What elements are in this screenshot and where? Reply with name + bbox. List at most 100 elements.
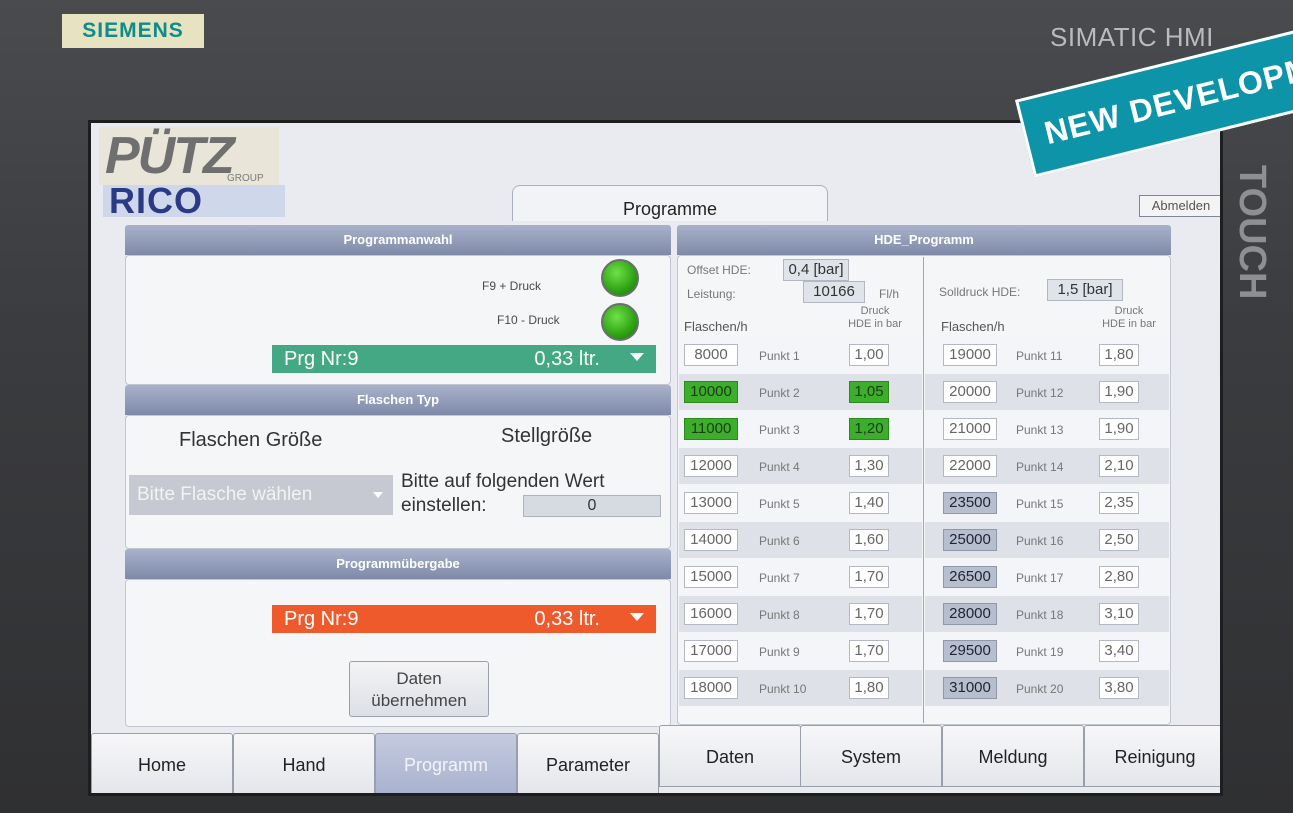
punkt-label: Punkt 15 [1016,497,1064,511]
col-flaschen-left: Flaschen/h [684,319,748,334]
leistung-label: Leistung: [687,287,736,301]
flaschen-input[interactable]: 29500 [943,640,997,662]
flaschen-input[interactable]: 15000 [684,566,738,588]
nav-tab-hand[interactable]: Hand [233,733,375,793]
nav-tab-daten[interactable]: Daten [659,725,801,787]
nav-tab-parameter[interactable]: Parameter [517,733,659,793]
f9-pressure-led[interactable] [601,259,639,297]
druck-input[interactable]: 1,80 [849,677,889,699]
flaschen-input[interactable]: 20000 [943,381,997,403]
flaschen-input[interactable]: 14000 [684,529,738,551]
flaschen-input[interactable]: 26500 [943,566,997,588]
punkt-label: Punkt 20 [1016,682,1064,696]
hde-column-divider [923,257,924,723]
druck-input[interactable]: 1,05 [849,381,889,403]
flaschen-input[interactable]: 17000 [684,640,738,662]
leistung-value: 10166 [803,281,865,303]
col-druck-right: Druck HDE in bar [1093,305,1165,331]
druck-input[interactable]: 3,80 [1099,677,1139,699]
hint-line-1: Bitte auf folgenden Wert [401,471,605,492]
logo-group-text: GROUP [227,173,264,184]
siemens-brand-logo: SIEMENS [62,14,204,48]
druck-input[interactable]: 1,70 [849,640,889,662]
f10-label: F10 - Druck [497,313,560,327]
nav-tab-reinigung[interactable]: Reinigung [1084,725,1220,787]
druck-input[interactable]: 1,80 [1099,344,1139,366]
punkt-label: Punkt 11 [1016,349,1063,363]
col-flaschen-right: Flaschen/h [941,319,1005,334]
druck-input[interactable]: 2,35 [1099,492,1139,514]
col-druck-left-line2: HDE in bar [848,318,902,330]
flaschen-input[interactable]: 28000 [943,603,997,625]
program-transfer-volume: 0,33 ltr. [534,608,600,630]
druck-input[interactable]: 1,90 [1099,418,1139,440]
program-transfer-number: Prg Nr:9 [284,607,359,630]
f9-label: F9 + Druck [482,279,542,293]
punkt-label: Punkt 3 [759,423,800,437]
druck-input[interactable]: 1,30 [849,455,889,477]
bottle-select-placeholder: Bitte Flasche wählen [137,484,313,505]
flaschen-input[interactable]: 10000 [684,381,738,403]
druck-input[interactable]: 1,90 [1099,381,1139,403]
apply-data-button[interactable]: Daten übernehmen [349,661,489,717]
druck-input[interactable]: 1,40 [849,492,889,514]
solldruck-label: Solldruck HDE: [939,285,1021,299]
logout-button[interactable]: Abmelden [1139,195,1220,217]
program-select-dropdown[interactable]: Prg Nr:9 0,33 ltr. [272,345,656,373]
f10-pressure-led[interactable] [601,303,639,341]
punkt-label: Punkt 1 [759,349,800,363]
nav-tab-system[interactable]: System [800,725,942,787]
chevron-down-icon [630,613,644,621]
punkt-label: Punkt 18 [1016,608,1064,622]
druck-input[interactable]: 1,70 [849,603,889,625]
chevron-down-icon [373,492,383,498]
flaschen-input[interactable]: 8000 [684,344,738,366]
punkt-label: Punkt 10 [759,682,807,696]
punkt-label: Punkt 7 [759,571,800,585]
nav-tab-home[interactable]: Home [91,733,233,793]
druck-input[interactable]: 2,50 [1099,529,1139,551]
flaschen-input[interactable]: 16000 [684,603,738,625]
flaschen-input[interactable]: 12000 [684,455,738,477]
flaschen-input[interactable]: 25000 [943,529,997,551]
punkt-label: Punkt 13 [1016,423,1064,437]
flaschen-input[interactable]: 18000 [684,677,738,699]
page-title: Programme [512,185,828,221]
punkt-label: Punkt 9 [759,645,800,659]
druck-input[interactable]: 2,10 [1099,455,1139,477]
druck-input[interactable]: 2,80 [1099,566,1139,588]
bottle-size-label: Flaschen Größe [179,429,323,451]
druck-input[interactable]: 3,10 [1099,603,1139,625]
flaschen-input[interactable]: 21000 [943,418,997,440]
program-select-volume: 0,33 ltr. [534,348,600,370]
druck-input[interactable]: 3,40 [1099,640,1139,662]
druck-input[interactable]: 1,00 [849,344,889,366]
offset-hde-label: Offset HDE: [687,263,751,277]
bottle-select-dropdown[interactable]: Bitte Flasche wählen [129,475,393,515]
nav-tab-meldung[interactable]: Meldung [942,725,1084,787]
druck-input[interactable]: 1,60 [849,529,889,551]
apply-button-line-2: übernehmen [371,691,467,710]
chevron-down-icon [630,353,644,361]
punkt-label: Punkt 8 [759,608,800,622]
flaschen-input[interactable]: 22000 [943,455,997,477]
punkt-label: Punkt 5 [759,497,800,511]
leistung-unit: Fl/h [879,287,900,301]
druck-input[interactable]: 1,20 [849,418,889,440]
simatic-model-label: SIMATIC HMI [1050,22,1214,52]
apply-button-line-1: Daten [396,669,442,688]
flaschen-input[interactable]: 23500 [943,492,997,514]
flaschen-input[interactable]: 11000 [684,418,738,440]
punkt-label: Punkt 4 [759,460,800,474]
col-druck-left: Druck HDE in bar [841,305,909,331]
col-druck-right-line2: HDE in bar [1102,318,1156,330]
druck-input[interactable]: 1,70 [849,566,889,588]
nav-tab-programm[interactable]: Programm [375,733,517,793]
program-transfer-dropdown[interactable]: Prg Nr:9 0,33 ltr. [272,605,656,633]
flaschen-input[interactable]: 31000 [943,677,997,699]
flaschen-input[interactable]: 19000 [943,344,997,366]
punkt-label: Punkt 6 [759,534,800,548]
hmi-screen: PÜTZ GROUP RICO Programme Abmelden Progr… [88,120,1223,796]
punkt-label: Punkt 12 [1016,386,1064,400]
flaschen-input[interactable]: 13000 [684,492,738,514]
